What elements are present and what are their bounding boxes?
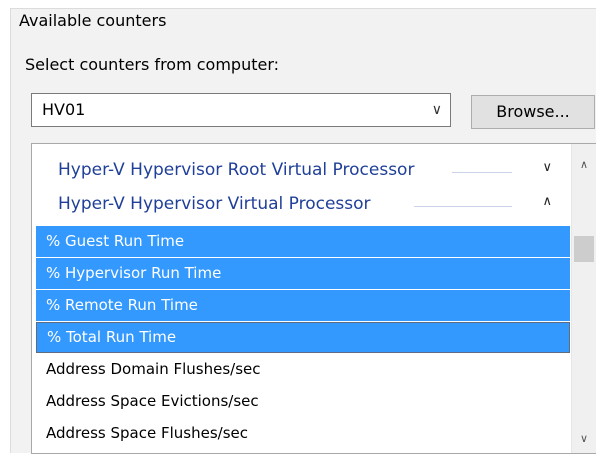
counter-item[interactable]: Address Space Evictions/sec	[36, 386, 570, 417]
counter-item[interactable]: % Total Run Time	[36, 322, 570, 353]
object-label: Hyper-V Hypervisor Root Virtual Processo…	[58, 160, 415, 180]
computer-combobox-value: HV01	[42, 100, 86, 119]
object-label: Hyper-V Hypervisor Virtual Processor	[58, 194, 371, 214]
chevron-down-icon[interactable]: ∨	[432, 94, 442, 126]
chevron-up-icon[interactable]: ∧	[542, 194, 552, 209]
vertical-scrollbar[interactable]: ∧ ∨	[571, 144, 596, 453]
computer-combobox[interactable]: HV01 ∨	[31, 93, 451, 127]
scroll-up-arrow-icon[interactable]: ∧	[575, 154, 593, 176]
counter-item[interactable]: % Guest Run Time	[36, 226, 570, 257]
counter-item[interactable]: % Remote Run Time	[36, 290, 570, 321]
chevron-down-icon[interactable]: ∨	[542, 160, 552, 175]
counter-item[interactable]: Address Space Flushes/sec	[36, 418, 570, 449]
group-title: Available counters	[19, 9, 171, 33]
counters-listbox[interactable]: Hyper-V Hypervisor Root Virtual Processo…	[31, 143, 596, 454]
available-counters-group: Available counters Select counters from …	[10, 8, 596, 454]
object-separator-line	[452, 172, 512, 173]
object-row-virtual-processor[interactable]: Hyper-V Hypervisor Virtual Processor ∧	[32, 188, 560, 222]
computer-label: Select counters from computer:	[25, 55, 280, 74]
browse-button[interactable]: Browse...	[471, 95, 595, 129]
scroll-down-arrow-icon[interactable]: ∨	[575, 428, 593, 450]
object-row-root-virtual-processor[interactable]: Hyper-V Hypervisor Root Virtual Processo…	[32, 154, 560, 188]
counter-item[interactable]: Address Domain Flushes/sec	[36, 354, 570, 385]
counter-item[interactable]: % Hypervisor Run Time	[36, 258, 570, 289]
object-separator-line	[414, 206, 512, 207]
scrollbar-thumb[interactable]	[574, 236, 594, 262]
